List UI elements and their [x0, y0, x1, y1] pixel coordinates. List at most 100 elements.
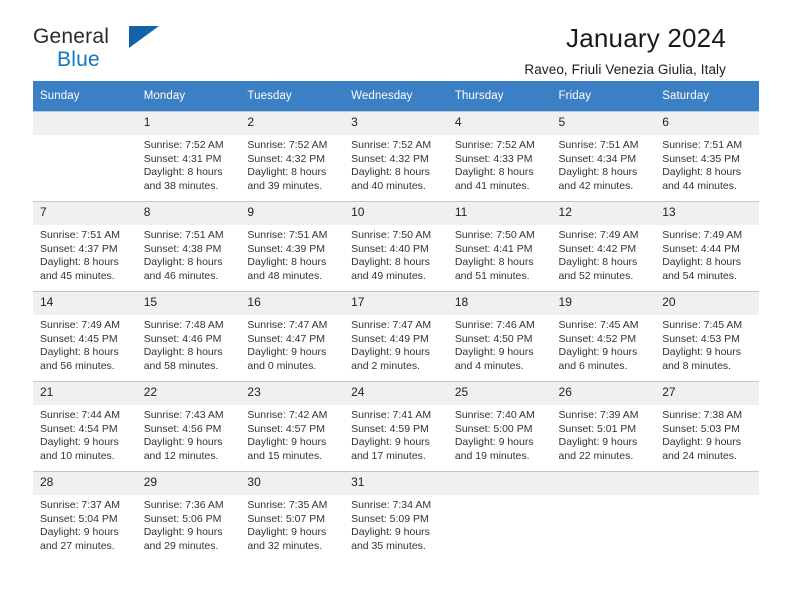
calendar-day-cell[interactable]: 2 Sunrise: 7:52 AM Sunset: 4:32 PM Daylight…: [240, 111, 345, 202]
sunrise-text: Sunrise: 7:35 AM: [247, 499, 328, 511]
day-number: [33, 112, 137, 135]
calendar-day-cell[interactable]: 3 Sunrise: 7:52 AM Sunset: 4:32 PM Daylight…: [344, 111, 448, 202]
sunset-text: Sunset: 4:42 PM: [558, 242, 637, 255]
day-cell-inner: 6 Sunrise: 7:51 AM Sunset: 4:35 PM Daylight…: [655, 112, 759, 201]
daylight-text-line1: Daylight: 8 hours: [247, 256, 327, 269]
sunrise-text: Sunrise: 7:34 AM: [351, 499, 432, 511]
calendar-day-cell[interactable]: 30 Sunrise: 7:35 AM Sunset: 5:07 PM Dayligh…: [240, 471, 345, 564]
calendar-day-cell[interactable]: 24 Sunrise: 7:41 AM Sunset: 4:59 PM Dayligh…: [344, 381, 448, 472]
day-details: Sunrise: 7:51 AM Sunset: 4:38 PM Daylight:…: [137, 225, 241, 283]
day-cell-inner: 29 Sunrise: 7:36 AM Sunset: 5:06 PM Dayligh…: [136, 472, 241, 564]
calendar-day-cell[interactable]: 10 Sunrise: 7:50 AM Sunset: 4:40 PM Dayligh…: [344, 201, 448, 292]
calendar-day-cell[interactable]: 1 Sunrise: 7:52 AM Sunset: 4:31 PM Daylight…: [136, 111, 241, 202]
calendar-day-cell[interactable]: 22 Sunrise: 7:43 AM Sunset: 4:56 PM Dayligh…: [136, 381, 241, 472]
day-details: Sunrise: 7:51 AM Sunset: 4:35 PM Daylight:…: [655, 135, 759, 193]
day-number: 24: [344, 382, 448, 405]
calendar-grid: Sunday Monday Tuesday Wednesday Thursday…: [33, 81, 759, 564]
day-cell-inner: 31 Sunrise: 7:34 AM Sunset: 5:09 PM Dayligh…: [344, 472, 448, 564]
calendar-day-cell-empty: [447, 471, 552, 564]
weekday-header-sunday: Sunday: [33, 81, 137, 112]
sunrise-text: Sunrise: 7:45 AM: [558, 319, 639, 331]
day-number: 6: [655, 112, 759, 135]
calendar-day-cell[interactable]: 23 Sunrise: 7:42 AM Sunset: 4:57 PM Dayligh…: [240, 381, 345, 472]
day-number: [655, 472, 759, 495]
day-number: 16: [240, 292, 345, 315]
sunset-text: Sunset: 4:31 PM: [143, 152, 222, 165]
daylight-text-line1: Daylight: 8 hours: [662, 256, 742, 269]
day-details: Sunrise: 7:38 AM Sunset: 5:03 PM Daylight:…: [655, 405, 759, 463]
day-number: 15: [136, 292, 241, 315]
day-number: 12: [551, 202, 656, 225]
day-cell-inner: 17 Sunrise: 7:47 AM Sunset: 4:49 PM Dayligh…: [344, 292, 448, 381]
calendar-day-cell[interactable]: 14 Sunrise: 7:49 AM Sunset: 4:45 PM Dayligh…: [33, 291, 137, 382]
calendar-day-cell[interactable]: 7 Sunrise: 7:51 AM Sunset: 4:37 PM Daylight…: [33, 201, 137, 292]
day-details: Sunrise: 7:43 AM Sunset: 4:56 PM Daylight:…: [137, 405, 241, 463]
calendar-day-cell[interactable]: 26 Sunrise: 7:39 AM Sunset: 5:01 PM Dayligh…: [551, 381, 656, 472]
daylight-text-line1: Daylight: 9 hours: [558, 436, 638, 449]
calendar-day-cell[interactable]: 28 Sunrise: 7:37 AM Sunset: 5:04 PM Dayligh…: [33, 471, 137, 564]
calendar-day-cell[interactable]: 4 Sunrise: 7:52 AM Sunset: 4:33 PM Daylight…: [447, 111, 552, 202]
daylight-text-line2: and 19 minutes.: [454, 449, 530, 462]
sunset-text: Sunset: 4:54 PM: [40, 422, 118, 435]
day-cell-inner: 26 Sunrise: 7:39 AM Sunset: 5:01 PM Dayligh…: [551, 382, 656, 471]
calendar-day-cell[interactable]: 25 Sunrise: 7:40 AM Sunset: 5:00 PM Dayligh…: [447, 381, 552, 472]
day-number: 25: [447, 382, 552, 405]
daylight-text-line1: Daylight: 8 hours: [558, 256, 638, 269]
daylight-text-line2: and 12 minutes.: [143, 449, 219, 462]
calendar-day-cell[interactable]: 21 Sunrise: 7:44 AM Sunset: 4:54 PM Dayligh…: [33, 381, 137, 472]
day-cell-inner: 11 Sunrise: 7:50 AM Sunset: 4:41 PM Dayligh…: [447, 202, 552, 291]
daylight-text-line1: Daylight: 9 hours: [351, 526, 430, 539]
day-number: 26: [551, 382, 656, 405]
calendar-day-cell[interactable]: 27 Sunrise: 7:38 AM Sunset: 5:03 PM Dayligh…: [655, 381, 759, 472]
day-details: Sunrise: 7:41 AM Sunset: 4:59 PM Daylight:…: [344, 405, 448, 463]
calendar-day-cell[interactable]: 19 Sunrise: 7:45 AM Sunset: 4:52 PM Dayligh…: [551, 291, 656, 382]
calendar-day-cell[interactable]: 9 Sunrise: 7:51 AM Sunset: 4:39 PM Daylight…: [240, 201, 345, 292]
sunrise-text: Sunrise: 7:39 AM: [558, 409, 639, 421]
day-cell-inner: 2 Sunrise: 7:52 AM Sunset: 4:32 PM Daylight…: [240, 112, 345, 201]
day-number: 11: [447, 202, 552, 225]
calendar-day-cell[interactable]: 15 Sunrise: 7:48 AM Sunset: 4:46 PM Dayligh…: [136, 291, 241, 382]
calendar-day-cell[interactable]: 12 Sunrise: 7:49 AM Sunset: 4:42 PM Dayligh…: [551, 201, 656, 292]
calendar-page: General Blue January 2024 Raveo, Friuli …: [0, 0, 792, 612]
daylight-text-line2: and 2 minutes.: [351, 359, 420, 372]
daylight-text-line2: and 0 minutes.: [247, 359, 317, 372]
sunrise-text: Sunrise: 7:47 AM: [247, 319, 328, 331]
day-details: Sunrise: 7:47 AM Sunset: 4:47 PM Daylight:…: [240, 315, 344, 373]
day-cell-inner: 5 Sunrise: 7:51 AM Sunset: 4:34 PM Daylight…: [551, 112, 656, 201]
daylight-text-line1: Daylight: 8 hours: [143, 256, 223, 269]
sunset-text: Sunset: 4:32 PM: [247, 152, 326, 165]
day-cell-inner: 3 Sunrise: 7:52 AM Sunset: 4:32 PM Daylight…: [344, 112, 448, 201]
calendar-day-cell[interactable]: 6 Sunrise: 7:51 AM Sunset: 4:35 PM Daylight…: [655, 111, 759, 202]
weekday-header-thursday: Thursday: [447, 81, 552, 112]
weekday-header-friday: Friday: [551, 81, 656, 112]
calendar-week-row: 28 Sunrise: 7:37 AM Sunset: 5:04 PM Dayligh…: [33, 471, 759, 564]
daylight-text-line1: Daylight: 9 hours: [40, 526, 119, 539]
daylight-text-line1: Daylight: 8 hours: [454, 166, 534, 179]
calendar-day-cell[interactable]: 13 Sunrise: 7:49 AM Sunset: 4:44 PM Dayligh…: [655, 201, 759, 292]
calendar-day-cell[interactable]: 8 Sunrise: 7:51 AM Sunset: 4:38 PM Daylight…: [136, 201, 241, 292]
daylight-text-line1: Daylight: 8 hours: [40, 256, 119, 269]
daylight-text-line2: and 40 minutes.: [351, 179, 426, 192]
sunset-text: Sunset: 4:47 PM: [247, 332, 326, 345]
calendar-day-cell[interactable]: 5 Sunrise: 7:51 AM Sunset: 4:34 PM Daylight…: [551, 111, 656, 202]
day-cell-inner: 21 Sunrise: 7:44 AM Sunset: 4:54 PM Dayligh…: [33, 382, 137, 471]
day-cell-inner: 4 Sunrise: 7:52 AM Sunset: 4:33 PM Daylight…: [447, 112, 552, 201]
sunrise-text: Sunrise: 7:50 AM: [351, 229, 432, 241]
sunrise-text: Sunrise: 7:46 AM: [454, 319, 535, 331]
day-number: 20: [655, 292, 759, 315]
calendar-day-cell[interactable]: 31 Sunrise: 7:34 AM Sunset: 5:09 PM Dayligh…: [344, 471, 448, 564]
sunset-text: Sunset: 5:00 PM: [454, 422, 533, 435]
calendar-day-cell[interactable]: 11 Sunrise: 7:50 AM Sunset: 4:41 PM Dayligh…: [447, 201, 552, 292]
calendar-day-cell[interactable]: 18 Sunrise: 7:46 AM Sunset: 4:50 PM Dayligh…: [447, 291, 552, 382]
calendar-day-cell[interactable]: 16 Sunrise: 7:47 AM Sunset: 4:47 PM Dayligh…: [240, 291, 345, 382]
day-details: Sunrise: 7:45 AM Sunset: 4:53 PM Daylight:…: [655, 315, 759, 373]
sunrise-text: Sunrise: 7:45 AM: [662, 319, 743, 331]
sunrise-text: Sunrise: 7:51 AM: [662, 139, 743, 151]
daylight-text-line1: Daylight: 9 hours: [351, 436, 430, 449]
calendar-day-cell[interactable]: 17 Sunrise: 7:47 AM Sunset: 4:49 PM Dayligh…: [344, 291, 448, 382]
sunset-text: Sunset: 4:33 PM: [454, 152, 533, 165]
calendar-day-cell[interactable]: 29 Sunrise: 7:36 AM Sunset: 5:06 PM Dayligh…: [136, 471, 241, 564]
day-details: Sunrise: 7:39 AM Sunset: 5:01 PM Daylight:…: [552, 405, 656, 463]
calendar-day-cell[interactable]: 20 Sunrise: 7:45 AM Sunset: 4:53 PM Dayligh…: [655, 291, 759, 382]
sunrise-text: Sunrise: 7:48 AM: [143, 319, 224, 331]
